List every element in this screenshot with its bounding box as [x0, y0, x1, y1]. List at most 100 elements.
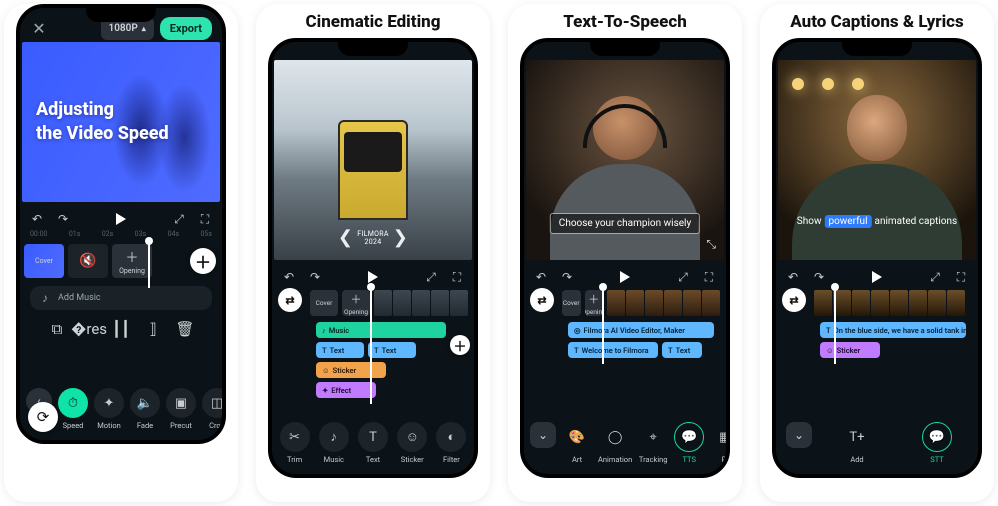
video-preview[interactable]: Adjusting the Video Speed — [22, 42, 220, 202]
add-music-row[interactable]: ♪ Add Music — [30, 286, 212, 310]
trim-end-icon[interactable]: ⟧ — [146, 322, 160, 336]
play-button[interactable] — [872, 271, 882, 283]
caption-overlay[interactable]: Choose your champion wisely — [550, 213, 700, 234]
clip-label: Text — [330, 346, 345, 355]
mute-thumb[interactable]: 🔇 — [68, 244, 108, 278]
playhead[interactable] — [370, 286, 372, 404]
caption-clip[interactable]: TOn the blue side, we have a solid tank … — [820, 322, 966, 338]
film-strip[interactable] — [814, 290, 965, 316]
zoom-icon[interactable]: ⤢ — [928, 270, 942, 284]
timeline[interactable]: Cover 🔇 ＋Opening ＋ — [20, 240, 222, 282]
text-clip[interactable]: TWelcome to Filmora — [568, 342, 658, 358]
fullscreen-icon[interactable]: ⛶ — [954, 270, 968, 284]
tool-add[interactable]: T+Add — [822, 422, 892, 464]
copy-icon[interactable]: ⧉ — [50, 322, 64, 336]
tool-music[interactable]: ♪Music — [317, 422, 350, 464]
collapse-button[interactable]: ⌄ — [530, 422, 556, 448]
opening-thumb[interactable]: ＋Opening — [342, 290, 370, 316]
text-icon: T — [574, 346, 579, 355]
tool-crop[interactable]: ◫Crop — [202, 388, 226, 430]
film-strip[interactable] — [607, 290, 720, 316]
tool-label: Crop — [209, 421, 225, 430]
tool-label: Animation — [598, 455, 632, 464]
undo-icon[interactable]: ↶ — [30, 212, 44, 226]
play-button[interactable] — [368, 271, 378, 283]
clip-label: Filmora AI Video Editor, Maker — [584, 326, 685, 335]
cover-thumb[interactable]: Cover — [24, 244, 64, 278]
timeline[interactable]: ⇄ Cover ＋Opening ＋ ♪Music TTextTText ☺St… — [272, 286, 474, 404]
filter-icon: ◐ — [447, 429, 455, 445]
delete-icon[interactable]: 🗑 — [178, 322, 192, 336]
redo-icon[interactable]: ↷ — [560, 270, 574, 284]
trim-start-icon[interactable]: �res — [82, 322, 96, 336]
undo-icon[interactable]: ↶ — [282, 270, 296, 284]
redo-icon[interactable]: ↷ — [812, 270, 826, 284]
layer-toggle[interactable]: ⇄ — [278, 288, 302, 312]
redo-icon[interactable]: ↷ — [308, 270, 322, 284]
tool-stt[interactable]: 💬STT — [902, 422, 972, 464]
text-clip[interactable]: TText — [316, 342, 364, 358]
playhead[interactable] — [834, 286, 836, 364]
tool-fade[interactable]: 🔈Fade — [130, 388, 160, 430]
tool-preset[interactable]: ▦Pr — [710, 422, 730, 464]
tool-motion[interactable]: ✦Motion — [94, 388, 124, 430]
opening-thumb[interactable]: ＋Opening — [585, 290, 604, 316]
film-strip[interactable] — [374, 290, 468, 316]
cover-thumb[interactable]: Cover — [562, 290, 581, 316]
fullscreen-icon[interactable]: ⛶ — [198, 212, 212, 226]
playhead[interactable] — [602, 286, 604, 364]
music-clip[interactable]: ♪Music — [316, 322, 446, 338]
zoom-icon[interactable]: ⤢ — [424, 270, 438, 284]
resolution-label: 1080P — [109, 23, 138, 34]
add-clip-button[interactable]: ＋ — [190, 248, 216, 274]
timeline[interactable]: ⇄ TOn the blue side, we have a solid tan… — [776, 286, 978, 364]
tool-tracking[interactable]: ⌖Tracking — [638, 422, 668, 464]
tool-tts[interactable]: 💬TTS — [674, 422, 704, 464]
redo-icon[interactable]: ↷ — [56, 212, 70, 226]
text-clip[interactable]: TText — [368, 342, 416, 358]
tool-speed[interactable]: ⏱Speed — [58, 388, 88, 430]
headphones-icon — [583, 104, 667, 148]
layer-toggle[interactable]: ⇄ — [782, 288, 806, 312]
playhead[interactable] — [148, 240, 150, 288]
fullscreen-icon[interactable]: ⛶ — [450, 270, 464, 284]
video-preview[interactable]: ❮ FILMORA2024 ❯ — [274, 60, 472, 260]
clip-label: Sticker — [333, 366, 357, 375]
undo-icon[interactable]: ↶ — [786, 270, 800, 284]
collapse-button[interactable]: ⌄ — [786, 422, 812, 448]
tool-filter[interactable]: ◐Filter — [435, 422, 468, 464]
sticker-clip[interactable]: ☺Sticker — [820, 342, 880, 358]
magic-icon: ✦ — [322, 386, 328, 395]
tool-sticker[interactable]: ☺Sticker — [396, 422, 429, 464]
resize-handle-icon[interactable]: ⤡ — [706, 237, 716, 252]
opening-thumb[interactable]: ＋Opening — [112, 244, 152, 278]
layer-toggle[interactable]: ⇄ — [530, 288, 554, 312]
text-clip[interactable]: TText — [662, 342, 702, 358]
reload-button[interactable]: ⟳ — [28, 402, 58, 432]
cover-thumb[interactable]: Cover — [310, 290, 338, 316]
tool-animation[interactable]: ◯ Animation — [598, 422, 632, 464]
tts-clip[interactable]: ◎Filmora AI Video Editor, Maker — [568, 322, 714, 338]
add-text-icon: T+ — [849, 430, 864, 445]
tool-precut[interactable]: ▣Precut — [166, 388, 196, 430]
tool-art[interactable]: 🎨Art — [562, 422, 592, 464]
effect-clip[interactable]: ✦Effect — [316, 382, 376, 398]
play-button[interactable] — [116, 213, 126, 225]
export-button[interactable]: Export — [160, 17, 212, 40]
play-button[interactable] — [620, 271, 630, 283]
sticker-icon: ☺ — [406, 429, 419, 445]
close-icon[interactable]: ✕ — [30, 19, 48, 37]
video-preview[interactable]: Choose your champion wisely ⤡ — [526, 60, 724, 260]
tool-text[interactable]: TText — [356, 422, 389, 464]
timeline[interactable]: ⇄ Cover ＋Opening ◎Filmora AI Video Edito… — [524, 286, 726, 364]
split-icon[interactable]: ┃┃ — [114, 322, 128, 336]
sticker-clip[interactable]: ☺Sticker — [316, 362, 386, 378]
tool-label: Trim — [287, 455, 302, 464]
tool-trim[interactable]: ✂Trim — [278, 422, 311, 464]
animation-icon: ◯ — [608, 430, 623, 445]
video-preview[interactable]: Show powerful animated captions — [778, 60, 976, 260]
undo-icon[interactable]: ↶ — [534, 270, 548, 284]
fullscreen-icon[interactable]: ⛶ — [702, 270, 716, 284]
zoom-icon[interactable]: ⤢ — [172, 212, 186, 226]
zoom-icon[interactable]: ⤢ — [676, 270, 690, 284]
